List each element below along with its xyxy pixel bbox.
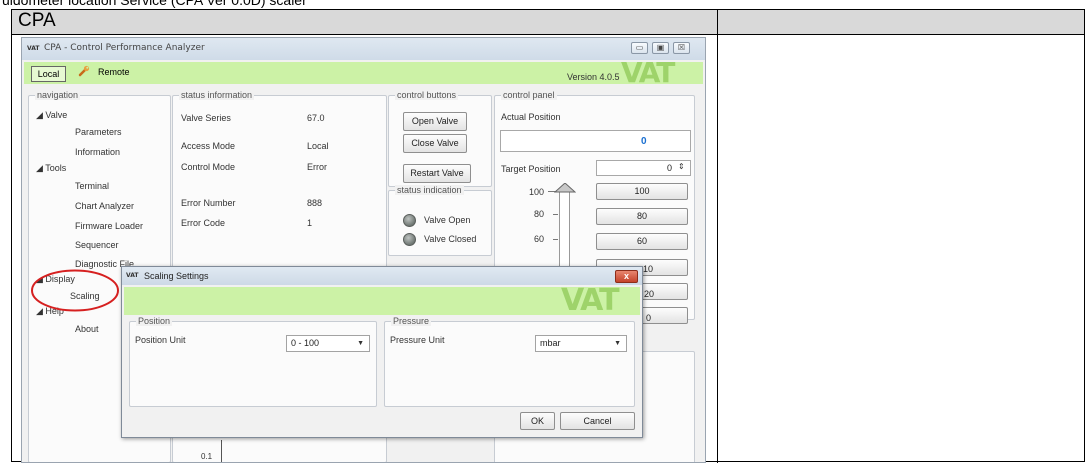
nav-item-firmware-loader[interactable]: Firmware Loader [75,221,143,231]
wrench-icon [78,65,90,77]
open-valve-button[interactable]: Open Valve [403,112,467,131]
position-group-title: Position [136,316,173,326]
local-button[interactable]: Local [31,66,66,82]
vat-logo: VAT [621,56,675,89]
document-top-fragment: uidometer location Service (CPA Ver 0.0D… [0,0,1087,9]
slider-tick-80: 80 [534,209,545,219]
nav-item-parameters[interactable]: Parameters [75,127,122,137]
position-unit-label: Position Unit [135,335,186,345]
dialog-close-button[interactable]: x [615,270,638,283]
slider-tickmark-60 [553,239,558,240]
slider-thumb-icon[interactable] [554,183,576,193]
cancel-button[interactable]: Cancel [560,412,635,430]
pressure-unit-value: mbar [540,338,561,348]
window-title: CPA - Control Performance Analyzer [44,43,205,53]
chevron-down-icon: ▼ [357,340,364,347]
slider-tick-60: 60 [534,234,545,244]
actual-position-label: Actual Position [501,112,561,122]
chevron-down-icon: ▼ [614,340,621,347]
pressure-unit-select[interactable]: mbar ▼ [535,335,627,352]
preset-20-suffix: 20 [644,289,655,299]
navigation-title: navigation [35,90,81,100]
target-position-label: Target Position [501,164,561,174]
status-indication-panel: status indication Valve Open Valve Close… [388,185,492,256]
status-label-error-number: Error Number [181,198,236,208]
version-label: Version 4.0.5 [567,72,620,82]
status-indication-title: status indication [395,185,464,195]
target-position-value: 0 [667,163,673,173]
status-label-control-mode: Control Mode [181,162,236,172]
chart-axis-line [221,440,222,462]
status-label-valve-series: Valve Series [181,113,231,123]
nav-item-terminal[interactable]: Terminal [75,181,109,191]
scaling-settings-dialog: VAT Scaling Settings x VAT Position Posi… [121,266,643,438]
minimize-button[interactable]: ▭ [631,42,648,54]
status-information-title: status information [179,90,255,100]
document-title: CPA [18,10,56,31]
pressure-group-title: Pressure [391,316,432,326]
document-cut-text: uidometer location Service (CPA Ver 0.0D… [2,0,307,8]
document-header-row [11,9,1085,35]
vat-dialog-icon: VAT [126,272,139,279]
remote-button[interactable]: Remote [98,67,130,77]
status-value-access-mode: Local [307,141,329,151]
valve-closed-led-icon [403,233,416,246]
valve-open-label: Valve Open [424,215,471,225]
chart-tick-label: 0.1 [201,452,213,461]
nav-item-about[interactable]: About [75,324,99,334]
control-panel-title: control panel [501,90,557,100]
pressure-group: Pressure Pressure Unit mbar ▼ [384,316,635,407]
spin-updown-icon[interactable]: ⇕ [678,162,685,171]
nav-item-sequencer[interactable]: Sequencer [75,240,119,250]
position-group: Position Position Unit 0 - 100 ▼ [129,316,377,407]
maximize-button[interactable]: ▣ [652,42,669,54]
status-value-error-number: 888 [307,198,323,208]
slider-tick-100: 100 [529,187,545,197]
nav-group-valve[interactable]: Valve [45,110,67,120]
top-toolbar: Local Remote Version 4.0.5 VAT [24,56,703,89]
app-titlebar: VAT CPA - Control Performance Analyzer ▭… [22,38,705,60]
nav-item-chart-analyzer[interactable]: Chart Analyzer [75,201,134,211]
close-window-button[interactable]: ☒ [673,42,690,54]
position-unit-select[interactable]: 0 - 100 ▼ [286,335,370,352]
tree-toggle-valve[interactable]: ◢ Valve [36,110,67,121]
valve-closed-label: Valve Closed [424,234,477,244]
status-value-error-code: 1 [307,218,313,228]
status-label-error-code: Error Code [181,218,226,228]
nav-group-tools[interactable]: Tools [45,163,66,173]
control-buttons-title: control buttons [395,90,459,100]
status-value-valve-series: 67.0 [307,113,325,123]
preset-40-suffix: 10 [643,264,654,274]
status-label-access-mode: Access Mode [181,141,236,151]
ok-button[interactable]: OK [520,412,555,430]
valve-open-led-icon [403,214,416,227]
target-position-input[interactable]: 0 ⇕ [596,160,691,176]
control-buttons-panel: control buttons Open Valve Close Valve R… [388,90,492,187]
actual-position-value: 0 [641,136,647,147]
position-unit-value: 0 - 100 [291,338,320,348]
close-valve-button[interactable]: Close Valve [403,134,467,153]
pressure-unit-label: Pressure Unit [390,335,445,345]
slider-tickmark-80 [553,214,558,215]
restart-valve-button[interactable]: Restart Valve [403,164,471,183]
preset-80-button[interactable]: 80 [596,208,688,225]
actual-position-display: 0 [500,130,691,152]
annotation-ellipse [31,269,119,312]
tree-toggle-tools[interactable]: ◢ Tools [36,163,66,174]
dialog-title: Scaling Settings [144,271,209,281]
dialog-vat-logo: VAT [561,283,620,318]
dialog-banner: VAT [124,283,640,318]
status-value-control-mode: Error [307,162,327,172]
preset-100-button[interactable]: 100 [596,183,688,200]
document-column-divider [717,9,718,463]
nav-item-information[interactable]: Information [75,147,120,157]
preset-0-suffix: 0 [646,313,652,323]
preset-60-button[interactable]: 60 [596,233,688,250]
vat-app-icon: VAT [27,45,40,52]
